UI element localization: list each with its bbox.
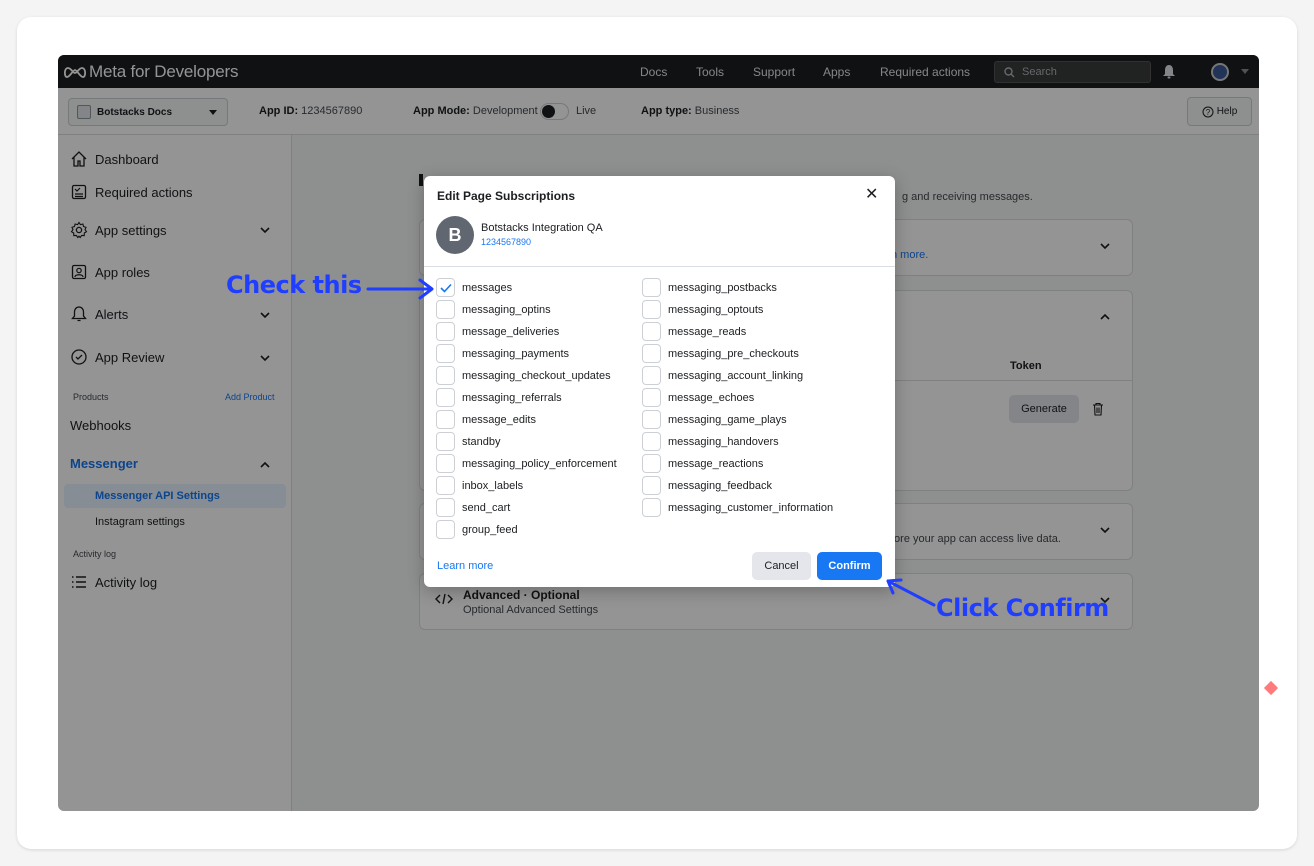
checkbox[interactable]	[436, 300, 455, 319]
subscription-checkbox-messaging-referrals[interactable]: messaging_referrals	[436, 388, 562, 407]
checkbox-label: messaging_checkout_updates	[462, 369, 611, 382]
checkbox-checked[interactable]	[436, 278, 455, 297]
subscription-checkbox-messaging-postbacks[interactable]: messaging_postbacks	[642, 278, 777, 297]
checkbox[interactable]	[436, 432, 455, 451]
checkbox[interactable]	[436, 388, 455, 407]
click-confirm-annotation: Click Confirm	[936, 594, 1109, 622]
subscription-checkbox-messaging-optins[interactable]: messaging_optins	[436, 300, 551, 319]
check-this-annotation: Check this	[226, 271, 362, 299]
divider	[424, 266, 895, 267]
checkbox-label: messaging_account_linking	[668, 369, 804, 382]
checkbox-label: message_reactions	[668, 457, 764, 470]
checkbox-label: messaging_postbacks	[668, 281, 777, 294]
checkbox[interactable]	[642, 388, 661, 407]
subscription-checkbox-message-reads[interactable]: message_reads	[642, 322, 746, 341]
checkbox-label: messages	[462, 281, 513, 294]
subscription-checkbox-messaging-game-plays[interactable]: messaging_game_plays	[642, 410, 787, 429]
checkbox[interactable]	[642, 410, 661, 429]
checkbox[interactable]	[642, 278, 661, 297]
learn-more-link[interactable]: Learn more	[437, 560, 493, 572]
checkmark-icon	[439, 283, 452, 293]
subscription-checkbox-messaging-policy-enforcement[interactable]: messaging_policy_enforcement	[436, 454, 617, 473]
checkbox-label: inbox_labels	[462, 479, 524, 492]
subscription-checkbox-group-feed[interactable]: group_feed	[436, 520, 518, 539]
checkbox-label: messaging_feedback	[668, 479, 772, 492]
checkbox-label: messaging_customer_information	[668, 501, 834, 514]
checkbox[interactable]	[642, 476, 661, 495]
subscription-checkbox-messaging-optouts[interactable]: messaging_optouts	[642, 300, 763, 319]
subscription-checkbox-messages[interactable]: messages	[436, 278, 512, 297]
checkbox[interactable]	[642, 454, 661, 473]
close-icon[interactable]: ✕	[865, 187, 878, 203]
page-id: 1234567890	[481, 237, 532, 247]
checkbox-label: messaging_handovers	[668, 435, 779, 448]
subscription-checkbox-message-echoes[interactable]: message_echoes	[642, 388, 754, 407]
checkbox-label: group_feed	[462, 523, 518, 536]
dialog-title: Edit Page Subscriptions	[437, 189, 576, 203]
checkbox-label: message_echoes	[668, 391, 755, 404]
checkbox[interactable]	[642, 300, 661, 319]
subscription-checkbox-messaging-payments[interactable]: messaging_payments	[436, 344, 569, 363]
checkbox-label: message_edits	[462, 413, 536, 426]
subscription-checkbox-messaging-account-linking[interactable]: messaging_account_linking	[642, 366, 803, 385]
subscription-checkbox-messaging-pre-checkouts[interactable]: messaging_pre_checkouts	[642, 344, 799, 363]
checkbox[interactable]	[642, 322, 661, 341]
checkbox-label: message_reads	[668, 325, 747, 338]
arrow-right-icon	[366, 278, 434, 300]
confirm-button[interactable]: Confirm	[817, 552, 882, 580]
checkbox-label: messaging_optouts	[668, 303, 764, 316]
subscription-checkbox-message-reactions[interactable]: message_reactions	[642, 454, 763, 473]
checkbox-label: messaging_optins	[462, 303, 551, 316]
arrow-up-left-icon	[886, 578, 936, 607]
page-avatar: B	[436, 216, 474, 254]
checkbox-label: standby	[462, 435, 501, 448]
checkbox[interactable]	[436, 476, 455, 495]
checkbox[interactable]	[436, 344, 455, 363]
subscription-checkbox-send-cart[interactable]: send_cart	[436, 498, 510, 517]
subscription-checkbox-messaging-checkout-updates[interactable]: messaging_checkout_updates	[436, 366, 611, 385]
checkbox-label: messaging_pre_checkouts	[668, 347, 799, 360]
checkbox[interactable]	[642, 498, 661, 517]
checkbox-label: send_cart	[462, 501, 511, 514]
checkbox-label: messaging_game_plays	[668, 413, 787, 426]
checkbox[interactable]	[436, 322, 455, 341]
checkbox-label: messaging_payments	[462, 347, 570, 360]
subscription-checkbox-messaging-customer-information[interactable]: messaging_customer_information	[642, 498, 833, 517]
checkbox[interactable]	[436, 498, 455, 517]
checkbox[interactable]	[436, 520, 455, 539]
checkbox[interactable]	[642, 344, 661, 363]
checkbox[interactable]	[642, 432, 661, 451]
checkbox-label: messaging_policy_enforcement	[462, 457, 617, 470]
checkbox[interactable]	[436, 366, 455, 385]
subscription-checkbox-message-edits[interactable]: message_edits	[436, 410, 536, 429]
subscription-checkbox-message-deliveries[interactable]: message_deliveries	[436, 322, 559, 341]
subscription-checkbox-messaging-handovers[interactable]: messaging_handovers	[642, 432, 779, 451]
cancel-button[interactable]: Cancel	[752, 552, 811, 580]
checkbox-label: messaging_referrals	[462, 391, 562, 404]
checkbox[interactable]	[642, 366, 661, 385]
edit-page-subscriptions-dialog: Edit Page Subscriptions ✕ B Botstacks In…	[424, 176, 895, 587]
checkbox[interactable]	[436, 454, 455, 473]
subscription-checkbox-inbox-labels[interactable]: inbox_labels	[436, 476, 523, 495]
page-name: Botstacks Integration QA	[481, 222, 603, 234]
checkbox[interactable]	[436, 410, 455, 429]
subscription-checkbox-standby[interactable]: standby	[436, 432, 501, 451]
checkbox-label: message_deliveries	[462, 325, 560, 338]
subscription-checkbox-messaging-feedback[interactable]: messaging_feedback	[642, 476, 772, 495]
